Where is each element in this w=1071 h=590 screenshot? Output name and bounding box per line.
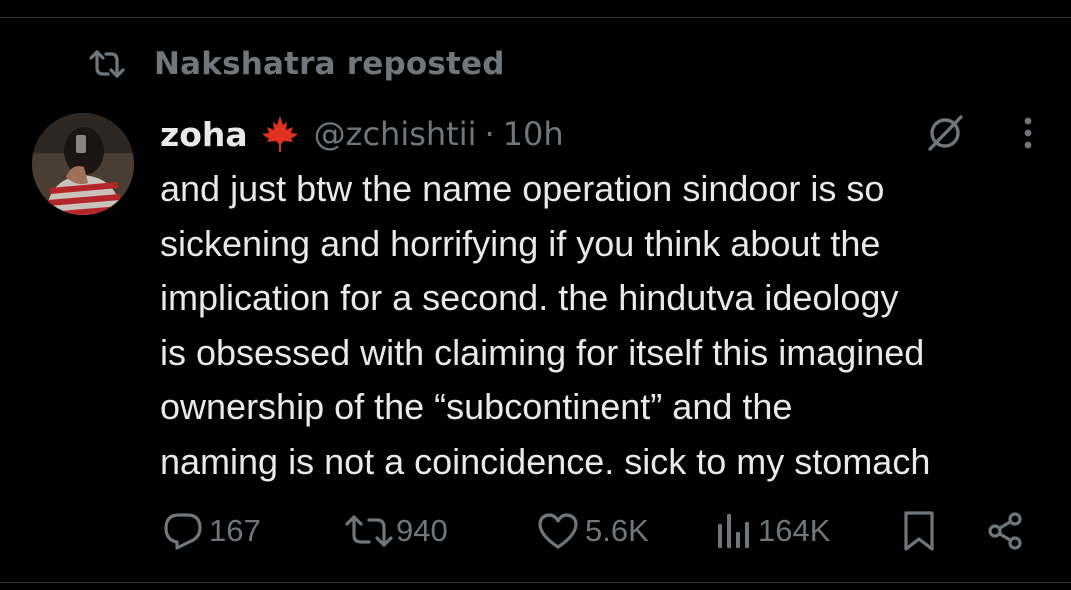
- tweet-text-line: sickening and horrifying if you think ab…: [160, 222, 881, 264]
- tweet-text-line: implication for a second. the hindutva i…: [160, 277, 899, 318]
- more-options-icon: [1023, 116, 1033, 154]
- like-count: 5.6K: [585, 513, 649, 548]
- more-options-button[interactable]: [1008, 112, 1048, 158]
- tweet-text-line: is obsessed with claiming for itself thi…: [160, 331, 925, 373]
- heart-icon: [537, 512, 579, 550]
- repost-count: 940: [396, 513, 448, 548]
- share-icon: [986, 511, 1026, 551]
- tweet-text: and just btw the name operation sindoor …: [160, 162, 1060, 489]
- timestamp[interactable]: 10h: [503, 115, 564, 153]
- tweet-header: zoha @zchishtii · 10h: [160, 111, 564, 157]
- maple-leaf-icon: [260, 114, 300, 154]
- tweet-text-line: ownership of the “subcontinent” and the: [160, 386, 793, 427]
- bottom-divider: [0, 582, 1071, 583]
- grok-icon: [924, 112, 966, 158]
- repost-icon: [88, 49, 126, 79]
- action-bar: 167 940 5.6K 164K: [0, 508, 1071, 554]
- view-count: 164K: [758, 513, 831, 548]
- analytics-icon: [716, 512, 752, 550]
- reply-button[interactable]: 167: [163, 508, 261, 554]
- avatar[interactable]: [32, 113, 134, 215]
- views-button[interactable]: 164K: [716, 508, 830, 554]
- reply-count: 167: [209, 513, 261, 548]
- author-handle[interactable]: @zchishtii: [314, 115, 477, 153]
- separator-dot: ·: [484, 115, 495, 153]
- like-button[interactable]: 5.6K: [537, 508, 649, 554]
- share-button[interactable]: [986, 508, 1026, 554]
- bookmark-button[interactable]: [902, 508, 936, 554]
- top-divider: [0, 17, 1071, 18]
- display-name[interactable]: zoha: [160, 115, 248, 154]
- repost-action-icon: [344, 514, 394, 548]
- tweet-text-line: and just btw the name operation sindoor …: [160, 168, 885, 209]
- repost-label: Nakshatra reposted: [154, 46, 505, 82]
- tweet-text-line: naming is not a coincidence. sick to my …: [160, 440, 931, 482]
- grok-button[interactable]: [922, 112, 968, 158]
- repost-indicator[interactable]: Nakshatra reposted: [88, 44, 505, 84]
- bookmark-icon: [902, 510, 936, 552]
- reply-icon: [163, 511, 203, 551]
- repost-button[interactable]: 940: [344, 508, 448, 554]
